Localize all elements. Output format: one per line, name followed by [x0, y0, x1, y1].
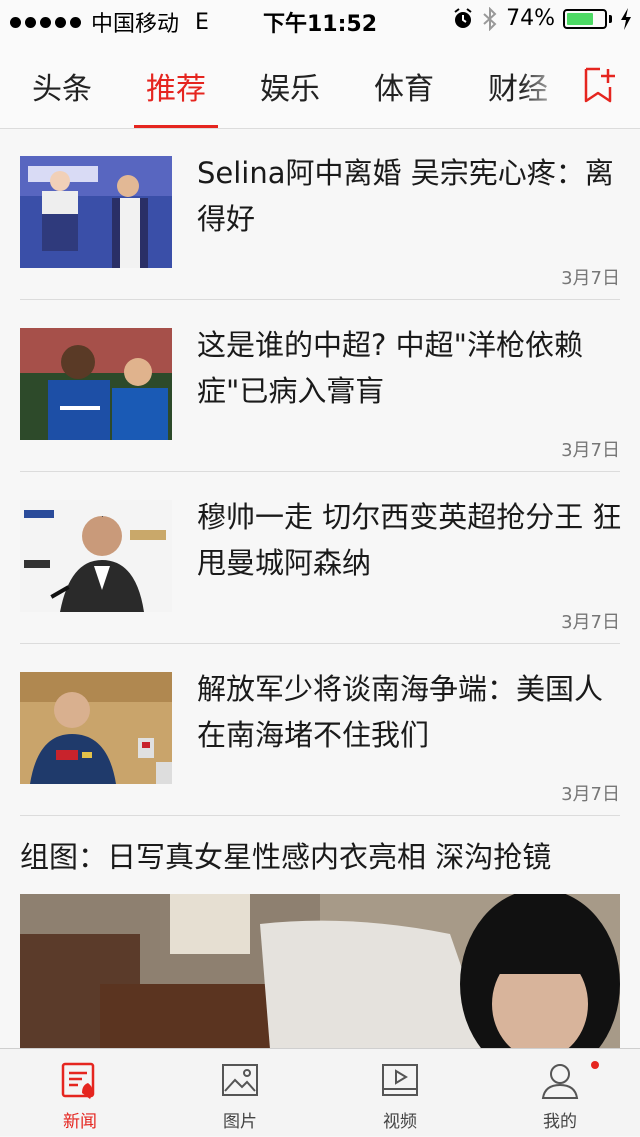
- status-bar: 中国移动 E 下午11:52 74%: [0, 0, 640, 40]
- status-right: 74%: [452, 6, 632, 31]
- tab-toutiao[interactable]: 头条: [5, 64, 119, 108]
- news-date: 3月7日: [561, 268, 620, 289]
- bookmark-plus-icon[interactable]: [580, 65, 620, 105]
- gallery-title[interactable]: 组图：日写真女星性感内衣亮相 深沟抢镜: [20, 834, 620, 876]
- nav-news[interactable]: 新闻: [0, 1049, 160, 1137]
- news-date: 3月7日: [561, 612, 620, 633]
- tab-tiyu[interactable]: 体育: [347, 64, 461, 108]
- news-title: Selina阿中离婚 吴宗宪心疼：离得好: [197, 156, 614, 236]
- news-thumbnail: [20, 500, 172, 612]
- profile-icon: [541, 1064, 579, 1099]
- news-date: 3月7日: [561, 440, 620, 461]
- news-date: 3月7日: [561, 784, 620, 805]
- nav-label: 我的: [543, 1112, 577, 1132]
- news-item[interactable]: 这是谁的中超? 中超"洋枪依赖症"已病入膏肓 3月7日: [20, 300, 620, 472]
- battery-cap: [609, 14, 612, 23]
- notification-dot: [591, 1061, 599, 1069]
- battery-percent: 74%: [506, 6, 555, 31]
- news-thumbnail: [20, 672, 172, 784]
- news-title: 这是谁的中超? 中超"洋枪依赖症"已病入膏肓: [197, 328, 583, 408]
- tab-yule[interactable]: 娱乐: [233, 64, 347, 108]
- nav-label: 新闻: [63, 1112, 97, 1132]
- nav-profile[interactable]: 我的: [480, 1049, 640, 1137]
- tab-scroll-fade: [520, 40, 570, 126]
- bluetooth-icon: [483, 6, 497, 31]
- news-item[interactable]: Selina阿中离婚 吴宗宪心疼：离得好 3月7日: [20, 128, 620, 300]
- news-thumbnail: [20, 156, 172, 268]
- nav-label: 图片: [223, 1112, 257, 1132]
- nav-pictures[interactable]: 图片: [160, 1049, 320, 1137]
- tab-tuijian[interactable]: 推荐: [119, 64, 233, 108]
- bottom-nav: 新闻 图片 视频 我的: [0, 1048, 640, 1136]
- battery-icon: [563, 8, 607, 29]
- gallery-image[interactable]: [20, 894, 620, 1049]
- battery-level-fill: [567, 12, 593, 25]
- picture-icon: [222, 1064, 258, 1096]
- channel-tabs: 头条 推荐 娱乐 体育 财经: [0, 40, 640, 129]
- news-thumbnail: [20, 328, 172, 440]
- news-title: 解放军少将谈南海争端：美国人在南海堵不住我们: [197, 672, 604, 752]
- news-item[interactable]: 穆帅一走 切尔西变英超抢分王 狂甩曼城阿森纳 3月7日: [20, 472, 622, 644]
- nav-video[interactable]: 视频: [320, 1049, 480, 1137]
- news-item[interactable]: 解放军少将谈南海争端：美国人在南海堵不住我们 3月7日: [20, 644, 620, 816]
- nav-label: 视频: [383, 1112, 417, 1132]
- news-icon: [61, 1062, 95, 1099]
- charging-bolt-icon: [621, 7, 631, 30]
- alarm-icon: [454, 7, 472, 28]
- video-icon: [382, 1064, 418, 1096]
- news-title: 穆帅一走 切尔西变英超抢分王 狂甩曼城阿森纳: [197, 500, 622, 580]
